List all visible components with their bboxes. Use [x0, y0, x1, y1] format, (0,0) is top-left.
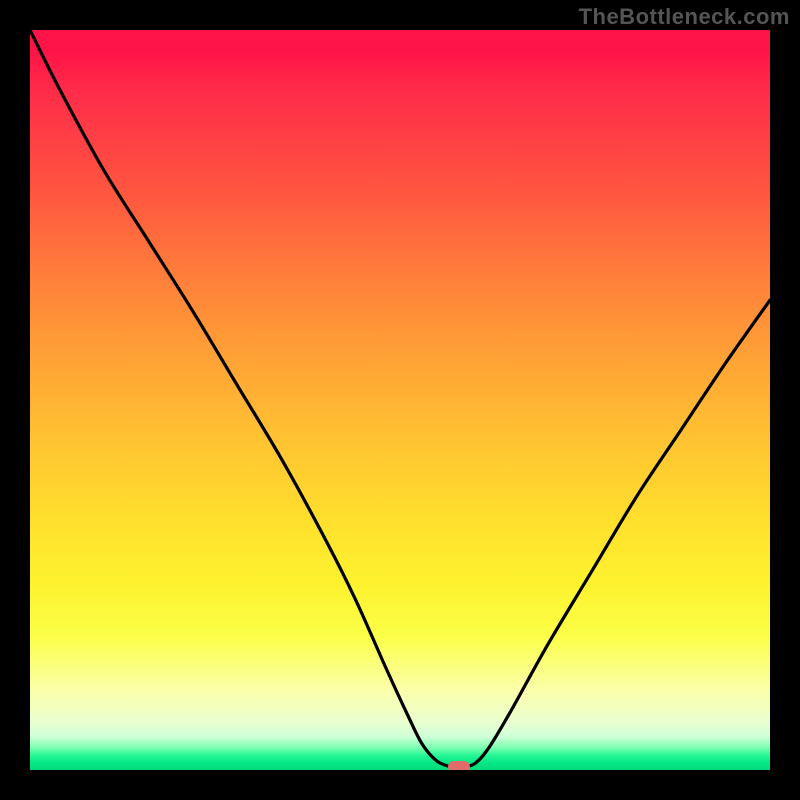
bottleneck-curve: [30, 30, 770, 770]
chart-frame: TheBottleneck.com: [0, 0, 800, 800]
watermark-text: TheBottleneck.com: [579, 4, 790, 30]
optimal-marker-icon: [448, 761, 470, 770]
plot-area: [30, 30, 770, 770]
